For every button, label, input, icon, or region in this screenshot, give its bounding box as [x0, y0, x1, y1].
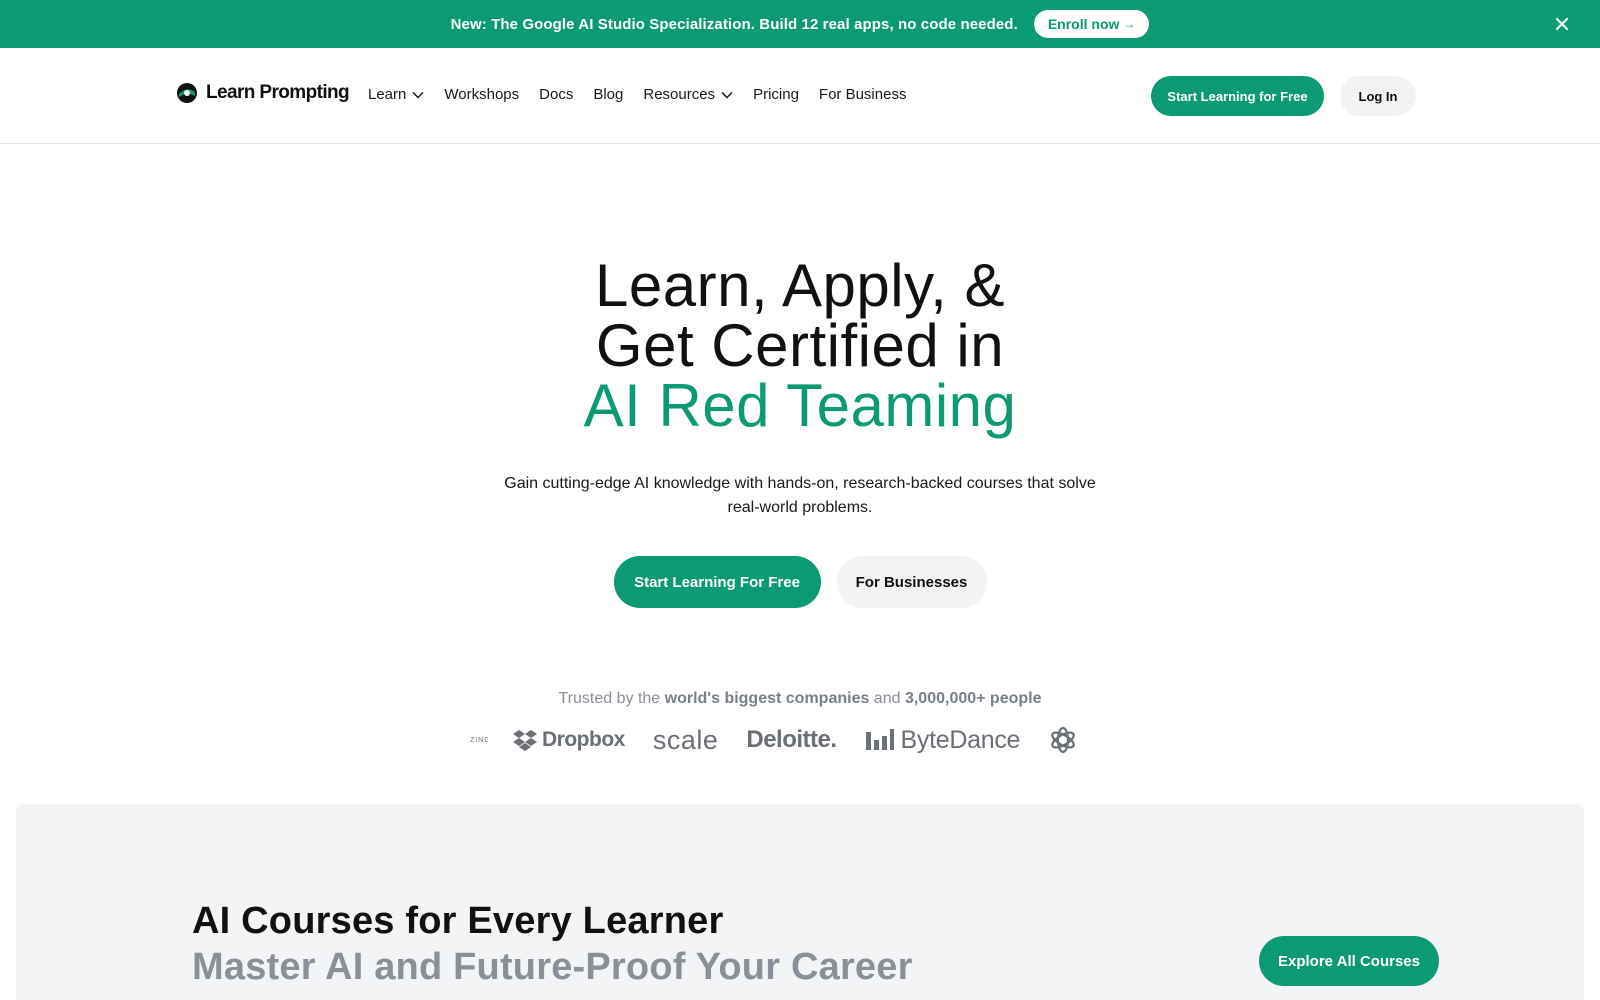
scale-wordmark: scale	[652, 724, 719, 755]
nav-item-label: Docs	[539, 86, 574, 103]
deloitte-wordmark: Deloitte.	[746, 726, 837, 753]
nav-item-label: For Business	[818, 86, 907, 103]
deloitte-logo: Deloitte.	[746, 726, 837, 754]
arrow-right-icon: →	[1123, 17, 1136, 31]
nav-item-resources[interactable]: Resources	[643, 86, 733, 103]
dropbox-wordmark: Dropbox	[542, 728, 625, 751]
nav-item-label: Workshops	[444, 86, 520, 103]
dropbox-icon	[513, 730, 537, 751]
hero-title-highlight: AI Red Teaming	[583, 372, 1017, 439]
navbar: Learn Prompting Learn Workshops Docs Blo…	[0, 48, 1600, 144]
nav-item-learn[interactable]: Learn	[368, 86, 424, 103]
hero-buttons: Start Learning For Free For Businesses	[0, 556, 1600, 608]
close-icon[interactable]	[1550, 12, 1574, 36]
announcement-banner: New: The Google AI Studio Specialization…	[0, 0, 1600, 48]
nav-item-label: Pricing	[753, 86, 799, 103]
logo-text: Learn Prompting	[206, 82, 350, 103]
logo[interactable]: Learn Prompting	[176, 82, 350, 104]
courses-section: AI Courses for Every Learner Master AI a…	[16, 804, 1584, 1000]
courses-title: AI Courses for Every Learner	[192, 900, 724, 942]
trusted-bold-people: 3,000,000+ people	[904, 690, 1042, 707]
nav-item-label: Learn	[368, 86, 407, 103]
dropbox-logo: Dropbox	[512, 728, 625, 752]
nav-item-workshops[interactable]: Workshops	[444, 86, 519, 103]
hero-subtitle: Gain cutting-edge AI knowledge with hand…	[504, 475, 1096, 516]
hero-title: Learn, Apply, & Get Certified in AI Red …	[0, 256, 1600, 436]
for-businesses-button[interactable]: For Businesses	[836, 556, 987, 608]
chevron-down-icon	[721, 91, 733, 99]
hero-title-line-2: Get Certified in	[595, 312, 1005, 379]
bytedance-icon	[865, 729, 894, 750]
nav-item-label: Resources	[643, 86, 716, 103]
hero-title-line-1: Learn, Apply, &	[595, 252, 1005, 319]
scale-logo: scale	[653, 725, 719, 756]
nav-item-for-business[interactable]: For Business	[819, 86, 907, 103]
nav-item-blog[interactable]: Blog	[593, 86, 623, 103]
banner-text: New: The Google AI Studio Specialization…	[450, 15, 1018, 33]
start-learning-nav-button[interactable]: Start Learning for Free	[1151, 76, 1324, 116]
enroll-now-button[interactable]: Enroll now →	[1033, 10, 1150, 38]
bytedance-logo: ByteDance	[865, 725, 1021, 755]
openai-icon	[1048, 725, 1078, 755]
logo-cut-off: ZING	[470, 736, 488, 744]
login-button[interactable]: Log In	[1340, 76, 1416, 116]
logo-icon	[177, 83, 197, 103]
trusted-by-text: Trusted by the world's biggest companies…	[0, 690, 1600, 708]
enroll-now-label: Enroll now	[1047, 16, 1120, 32]
start-learning-button[interactable]: Start Learning For Free	[613, 556, 821, 608]
trusted-middle: and	[869, 690, 905, 707]
trusted-bold-companies: world's biggest companies	[664, 690, 870, 707]
trusted-prefix: Trusted by the	[558, 690, 665, 707]
nav-item-pricing[interactable]: Pricing	[753, 86, 799, 103]
nav-item-label: Blog	[593, 86, 624, 103]
company-logos: ZING Dropbox scale Deloitte. ByteDance	[470, 722, 1130, 758]
explore-all-courses-button[interactable]: Explore All Courses	[1259, 936, 1439, 986]
courses-subtitle: Master AI and Future-Proof Your Career	[192, 946, 913, 988]
nav-links: Learn Workshops Docs Blog Resources Pric…	[368, 86, 926, 103]
bytedance-wordmark: ByteDance	[900, 725, 1021, 754]
nav-item-docs[interactable]: Docs	[539, 86, 573, 103]
chevron-down-icon	[412, 91, 424, 99]
